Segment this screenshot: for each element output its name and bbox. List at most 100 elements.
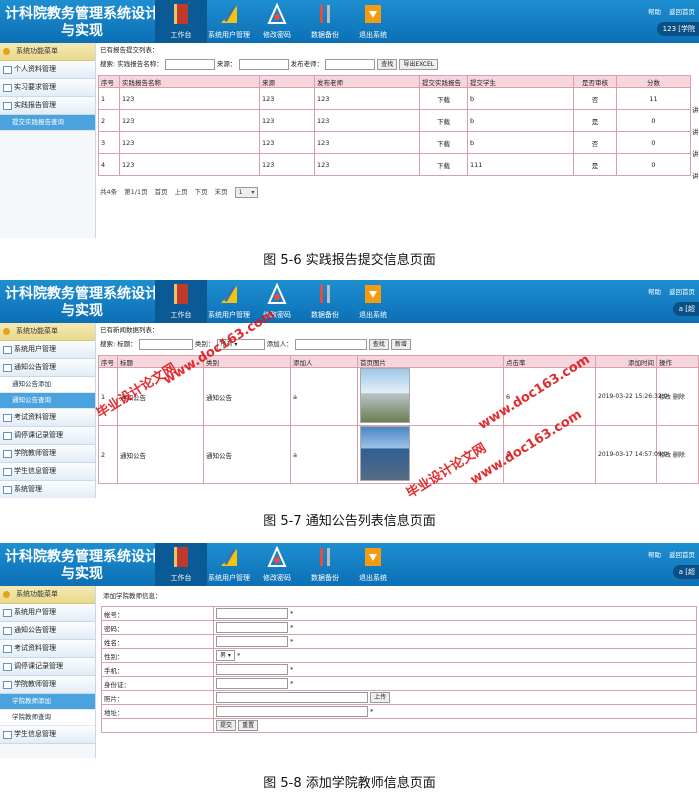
cover-image [360,426,410,481]
new-button[interactable]: 新增 [390,338,411,350]
sidebar-item-schedule[interactable]: 调停课记录管理 [0,658,95,676]
help-link[interactable]: 帮助 [648,551,661,559]
first-page-link[interactable]: 首页 [155,188,168,196]
pagination: 共4条 第1/1页 首页 上页 下页 末页 1 ▾ [98,186,699,198]
address-input[interactable] [216,706,368,717]
nav-logout[interactable]: 退出系统 [347,0,399,43]
sidebar-item-exam[interactable]: 考试资料管理 [0,640,95,658]
sidebar-item-teachers[interactable]: 学院教师管理 [0,445,95,463]
adder-input[interactable] [294,338,367,350]
sidebar-item-report[interactable]: 实践报告管理 [0,97,95,115]
sidebar-sub-notice-add[interactable]: 通知公告添加 [0,377,95,393]
title-input[interactable] [138,338,193,350]
nav-label: 数据备份 [311,31,339,39]
sidebar-item-notice[interactable]: 通知公告管理 [0,359,95,377]
caption-5-6: 图 5-6 实践报告提交信息页面 [263,253,436,268]
download-link[interactable]: 下载 [419,153,468,176]
ruler-pencil-icon [221,286,237,303]
row-actions[interactable]: 修改 删除 [656,367,699,426]
nav-workbench[interactable]: 工作台 [155,0,207,43]
sidebar: 系统功能菜单 个人资料管理 实习要求管理 实践报告管理 提交实践报告查询 [0,43,96,238]
sidebar-item-notice[interactable]: 通知公告管理 [0,622,95,640]
search-button[interactable]: 查找 [368,338,389,350]
row-actions[interactable]: 修改 删除 [656,425,699,484]
nav-change-password[interactable]: 修改密码 [251,0,303,43]
table-row: 1 通知公告 通知公告 a 6 2019-03-22 15:26:32.0 修改 删除 [98,367,699,426]
nav-system-users[interactable]: 系统用户管理 [203,280,255,323]
download-link[interactable]: 下载 [419,109,468,132]
field-label: 照片： [101,690,214,705]
download-link[interactable]: 下载 [419,131,468,154]
sidebar-item-exam[interactable]: 考试资料管理 [0,409,95,427]
id-card-input[interactable] [216,678,288,689]
app-header: 计科院教务管理系统设计与实现 工作台 系统用户管理 修改密码 数据备份 退出系统… [0,543,699,586]
sidebar-item-system[interactable]: 系统管理 [0,481,95,498]
sidebar-item-schedule[interactable]: 调停课记录管理 [0,427,95,445]
app-title: 计科院教务管理系统设计与实现 [5,549,159,582]
gender-select[interactable]: 男 ▾ [216,650,235,661]
sidebar-title: 系统功能菜单 [0,323,95,341]
field-label: 性别： [101,648,214,663]
table-header: 序号 实践报告名称 来源 发布老师 提交实践报告 提交学生 是否审核 分数 [98,75,691,88]
col-header: 是否审核 [573,75,617,88]
home-link[interactable]: 返回首页 [669,551,695,559]
sidebar-sub-notice-query[interactable]: 通知公告查询 [0,393,95,409]
user-chip[interactable]: 123 [学院 [656,22,699,36]
reset-button[interactable]: 重置 [238,720,259,731]
sidebar-item-internship[interactable]: 实习要求管理 [0,79,95,97]
screenshot-report-list: 计科院教务管理系统设计与实现 工作台 系统用户管理 修改密码 数据备份 退出系统… [0,0,699,238]
export-excel-button[interactable]: 导出EXCEL [399,58,439,70]
sidebar-sub-teacher-add[interactable]: 学院教师添加 [0,694,95,710]
user-chip[interactable]: a [超 [672,565,699,579]
folder-icon [3,102,12,110]
top-links: 帮助 返回首页 [640,6,695,16]
page-select[interactable]: 1 ▾ [234,186,259,198]
phone-input[interactable] [216,664,288,675]
report-name-input[interactable] [164,58,215,70]
nav-workbench[interactable]: 工作台 [155,280,207,323]
sidebar-item-profile[interactable]: 个人资料管理 [0,61,95,79]
sidebar-sub-teacher-query[interactable]: 学院教师查询 [0,710,95,726]
sidebar-item-teachers[interactable]: 学院教师管理 [0,676,95,694]
teacher-input[interactable] [325,58,376,70]
book-icon [174,284,188,304]
sidebar-sub-report-query[interactable]: 提交实践报告查询 [0,115,95,131]
nav-change-password[interactable]: 修改密码 [251,543,303,586]
password-input[interactable] [216,622,288,633]
nav-label: 系统用户管理 [208,31,250,39]
search-label: 搜索: 实践报告名称： [100,60,163,68]
table-row: 2 123 123 123 下载 b 是 0 [98,109,691,132]
last-page-link[interactable]: 末页 [215,188,228,196]
download-link[interactable]: 下载 [419,87,468,110]
name-input[interactable] [216,636,288,647]
help-link[interactable]: 帮助 [648,8,661,16]
sidebar-item-students[interactable]: 学生信息管理 [0,463,95,481]
nav-logout[interactable]: 退出系统 [347,280,399,323]
search-button[interactable]: 查找 [377,58,398,70]
home-link[interactable]: 返回首页 [669,8,695,16]
prev-page-link[interactable]: 上页 [175,188,188,196]
nav-system-users[interactable]: 系统用户管理 [203,0,255,43]
nav-logout[interactable]: 退出系统 [347,543,399,586]
photo-input[interactable] [216,692,368,703]
user-chip[interactable]: a [超 [672,302,699,316]
next-page-link[interactable]: 下页 [195,188,208,196]
account-input[interactable] [216,608,288,619]
source-input[interactable] [238,58,289,70]
home-link[interactable]: 返回首页 [669,288,695,296]
page-title: 已有新闻数据列表： [100,326,159,334]
nav-backup[interactable]: 数据备份 [299,0,351,43]
nav-backup[interactable]: 数据备份 [299,280,351,323]
nav-workbench[interactable]: 工作台 [155,543,207,586]
nav-system-users[interactable]: 系统用户管理 [203,543,255,586]
sidebar-item-users[interactable]: 系统用户管理 [0,604,95,622]
sidebar-item-users[interactable]: 系统用户管理 [0,341,95,359]
app-header: 计科院教务管理系统设计与实现 工作台 系统用户管理 修改密码 数据备份 退出系统… [0,280,699,323]
upload-button[interactable]: 上传 [370,692,391,703]
sidebar-item-students[interactable]: 学生信息管理 [0,726,95,744]
help-link[interactable]: 帮助 [648,288,661,296]
nav-label: 工作台 [170,31,192,39]
nav-backup[interactable]: 数据备份 [299,543,351,586]
submit-button[interactable]: 提交 [216,720,237,731]
tools-icon [267,283,287,304]
